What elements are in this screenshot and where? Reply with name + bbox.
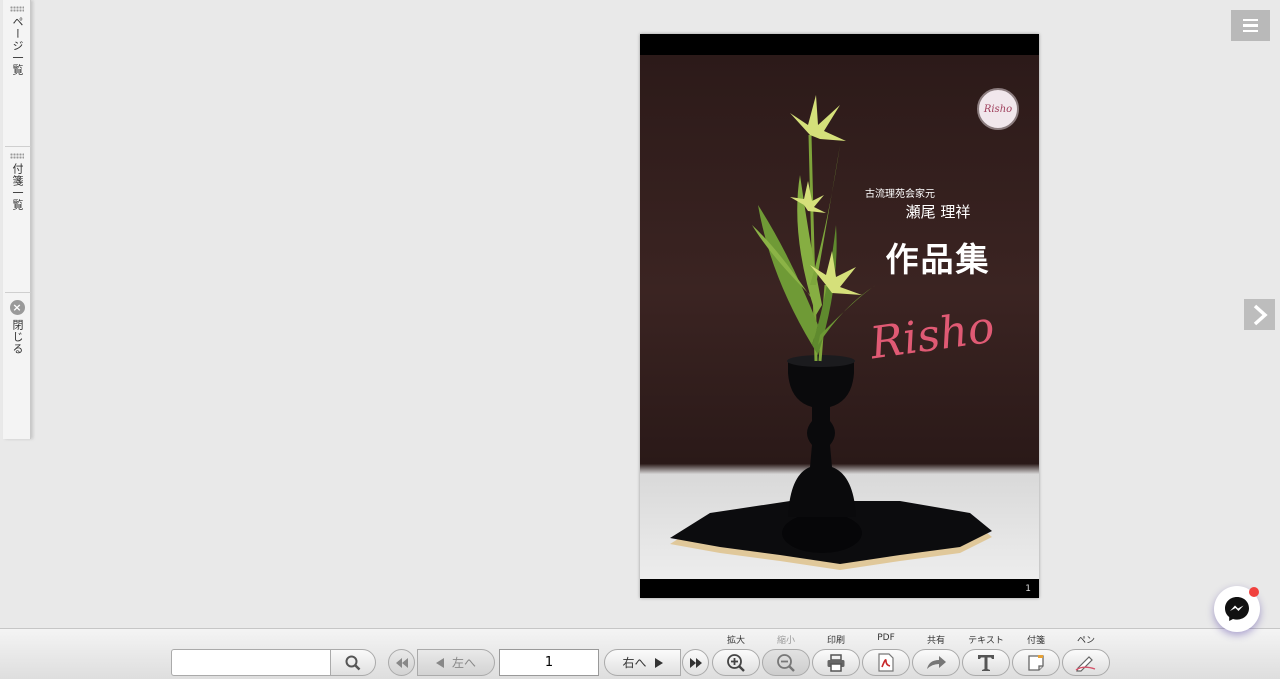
pdf-icon <box>878 653 894 672</box>
zoom-in-label: 拡大 <box>726 636 745 646</box>
pen-tool[interactable]: ペン <box>1062 633 1110 678</box>
grip-icon <box>10 6 24 12</box>
triangle-left-icon <box>435 657 444 668</box>
close-label: 閉じる <box>11 319 24 355</box>
share-arrow-icon <box>927 655 946 669</box>
sticky-list-label: 付箋一覧 <box>11 163 24 211</box>
text-tool[interactable]: テキスト <box>962 633 1010 678</box>
bottom-toolbar: 左へ 右へ 拡大 縮小 印刷 PDF 共有 テ <box>0 628 1280 679</box>
brand-logo: Risho <box>977 88 1019 130</box>
sticky-button[interactable] <box>1012 649 1060 676</box>
messenger-chat-button[interactable] <box>1214 586 1260 632</box>
search-button[interactable] <box>330 649 376 676</box>
notification-dot <box>1249 587 1259 597</box>
page-list-label: ページ一覧 <box>11 16 24 76</box>
page-list-tab[interactable]: ページ一覧 <box>3 0 31 146</box>
sticky-list-tab[interactable]: 付箋一覧 <box>3 147 31 292</box>
search-icon <box>345 655 361 670</box>
close-icon: × <box>9 300 25 315</box>
zoom-in-button[interactable] <box>712 649 760 676</box>
messenger-icon <box>1225 597 1249 621</box>
grip-icon <box>10 153 24 159</box>
cover-photo: Risho 古流理苑会家元 瀬尾 理祥 作品集 Risho <box>640 55 1039 579</box>
search-input[interactable] <box>171 649 331 676</box>
share-tool[interactable]: 共有 <box>912 633 960 678</box>
zoom-out-icon <box>777 653 795 672</box>
book-page[interactable]: Risho 古流理苑会家元 瀬尾 理祥 作品集 Risho 1 <box>640 34 1039 598</box>
menu-button[interactable] <box>1231 10 1270 41</box>
sticky-label: 付箋 <box>1026 636 1045 646</box>
pen-button[interactable] <box>1062 649 1110 676</box>
double-chevron-left-icon <box>395 657 408 668</box>
close-panel-tab[interactable]: × 閉じる <box>3 293 31 439</box>
logo-text: Risho <box>983 103 1013 115</box>
prev-page-label: 左へ <box>451 656 476 670</box>
prev-page-button[interactable]: 左へ <box>417 649 495 676</box>
hamburger-icon <box>1243 18 1258 22</box>
page-number: 1 <box>1025 584 1031 594</box>
pen-icon <box>1075 655 1096 672</box>
text-button[interactable] <box>962 649 1010 676</box>
printer-icon <box>827 653 845 672</box>
cover-title: 作品集 <box>885 240 991 279</box>
cover-author: 瀬尾 理祥 <box>905 203 971 221</box>
print-label: 印刷 <box>826 636 845 646</box>
pdf-tool[interactable]: PDF <box>862 633 910 678</box>
sticky-note-icon <box>1028 654 1044 671</box>
pen-label: ペン <box>1076 636 1095 646</box>
text-label: テキスト <box>968 636 1004 646</box>
chevron-right-icon <box>1253 304 1268 325</box>
cover-subtitle: 古流理苑会家元 <box>865 189 935 200</box>
double-chevron-right-icon <box>689 657 702 668</box>
next-page-button[interactable]: 右へ <box>604 649 681 676</box>
print-button[interactable] <box>812 649 860 676</box>
triangle-right-icon <box>654 657 663 668</box>
share-button[interactable] <box>912 649 960 676</box>
pdf-button[interactable] <box>862 649 910 676</box>
next-page-arrow[interactable] <box>1244 299 1275 330</box>
share-label: 共有 <box>926 636 945 646</box>
first-page-button[interactable] <box>388 649 415 676</box>
pdf-label: PDF <box>877 633 895 643</box>
side-panel: ページ一覧 付箋一覧 × 閉じる <box>3 0 31 439</box>
zoom-out-button[interactable] <box>762 649 810 676</box>
page-number-input[interactable] <box>499 649 599 676</box>
next-page-label: 右へ <box>622 656 647 670</box>
zoom-out-tool[interactable]: 縮小 <box>762 633 810 678</box>
sticky-tool[interactable]: 付箋 <box>1012 633 1060 678</box>
zoom-in-tool[interactable]: 拡大 <box>712 633 760 678</box>
zoom-out-label: 縮小 <box>776 636 795 646</box>
text-t-icon <box>978 654 994 671</box>
last-page-button[interactable] <box>682 649 709 676</box>
zoom-in-icon <box>727 653 745 672</box>
print-tool[interactable]: 印刷 <box>812 633 860 678</box>
